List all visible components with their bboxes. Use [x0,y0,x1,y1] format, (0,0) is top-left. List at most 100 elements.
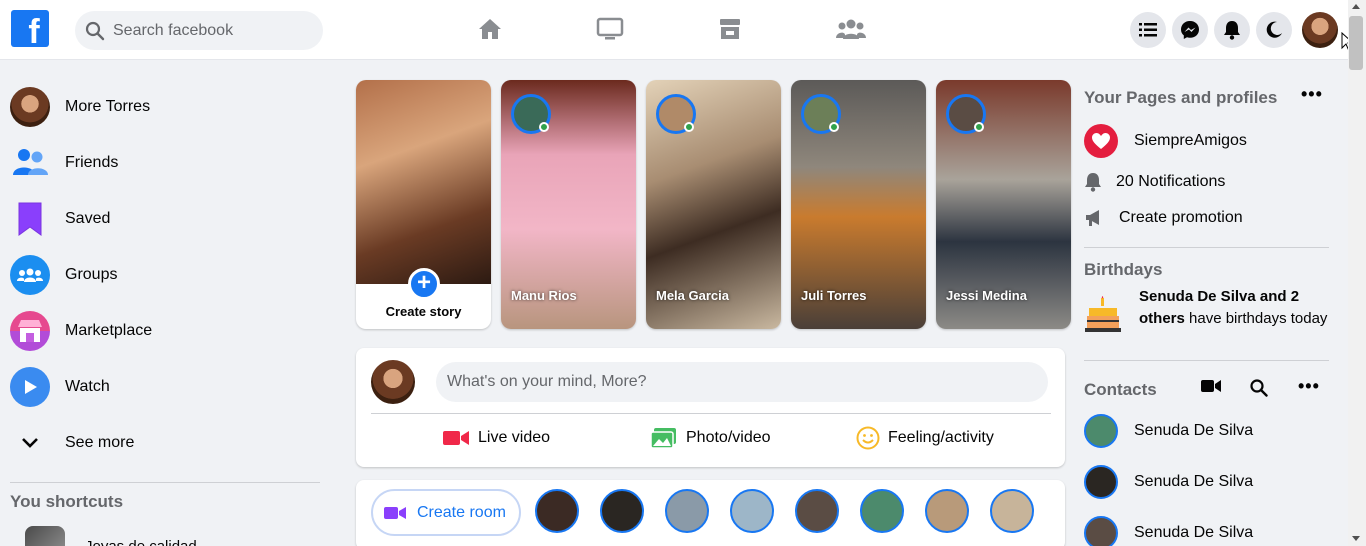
notifications-bell-icon[interactable] [1214,12,1250,48]
scroll-down-arrow-icon[interactable] [1352,536,1360,541]
shortcut-item[interactable]: Joyas de calidad [25,526,197,546]
megaphone-icon [1086,210,1099,226]
room-contact-avatar[interactable] [600,489,644,533]
sidebar-item-label: More Torres [65,98,151,115]
marketplace-icon [10,311,50,351]
more-options-icon[interactable]: ••• [1301,84,1323,105]
contact-item[interactable]: Senuda De Silva [1084,465,1253,499]
sidebar-item-label: See more [65,434,135,451]
sidebar-item-watch[interactable]: Watch [8,363,328,411]
live-video-label: Live video [478,429,551,446]
pages-profiles-heading: Your Pages and profiles [1084,88,1278,107]
contact-name: Senuda De Silva [1134,422,1254,439]
page-siempreamigos[interactable]: SiempreAmigos [1084,124,1247,158]
search-input[interactable] [113,21,303,40]
room-contact-avatar[interactable] [535,489,579,533]
story-author: Mela Garcia [656,288,729,303]
birthdays-heading: Birthdays [1084,260,1163,279]
search-contacts-icon[interactable] [1250,379,1268,402]
room-contact-avatar[interactable] [860,489,904,533]
feeling-activity-label: Feeling/activity [888,429,994,446]
story-card[interactable]: Manu Rios [501,80,636,329]
birthday-rest: have birthdays today [1184,310,1328,327]
story-author: Jessi Medina [946,288,1027,303]
rooms-bar: Create room [356,480,1065,546]
watch-play-icon [10,367,50,407]
sidebar-item-profile[interactable]: More Torres [8,83,328,131]
photo-video-label: Photo/video [686,429,771,446]
search-box[interactable] [75,11,323,50]
facebook-logo[interactable]: f [11,10,49,47]
feeling-activity-button[interactable]: Feeling/activity [856,424,994,452]
sidebar-item-label: Saved [65,210,111,227]
search-icon [85,21,105,40]
shortcut-thumbnail [25,526,65,546]
room-contact-avatar[interactable] [925,489,969,533]
story-card[interactable]: Jessi Medina [936,80,1071,329]
sidebar-item-friends[interactable]: Friends [8,139,328,187]
sidebar-item-saved[interactable]: Saved [8,195,328,243]
sidebar-item-label: Marketplace [65,322,153,339]
room-contact-avatar[interactable] [795,489,839,533]
story-author: Juli Torres [801,288,867,303]
marketplace-store-icon[interactable] [715,14,745,44]
birthday-text[interactable]: Senuda De Silva and 2 others have birthd… [1139,286,1339,330]
shortcuts-heading: You shortcuts [10,492,124,511]
scrollbar-thumb[interactable] [1349,16,1363,70]
sidebar-item-marketplace[interactable]: Marketplace [8,307,328,355]
live-video-icon [443,431,469,445]
room-contact-avatar[interactable] [665,489,709,533]
notifications-count: 20 Notifications [1116,173,1226,190]
live-video-button[interactable]: Live video [442,424,550,452]
contact-item[interactable]: Senuda De Silva [1084,516,1253,546]
contact-name: Senuda De Silva [1134,473,1254,490]
menu-list-icon[interactable] [1130,12,1166,48]
saved-bookmark-icon [10,199,50,239]
contact-item[interactable]: Senuda De Silva [1084,414,1253,448]
story-card[interactable]: Mela Garcia [646,80,781,329]
sidebar-item-label: Watch [65,378,110,395]
room-contact-avatar[interactable] [730,489,774,533]
home-icon[interactable] [475,14,505,44]
online-status-dot [829,122,839,132]
account-avatar[interactable] [1302,12,1338,48]
contact-avatar [1084,516,1118,546]
top-navbar: f [0,0,1366,60]
new-room-video-icon[interactable] [1200,378,1222,399]
page-scrollbar[interactable] [1348,0,1366,546]
post-composer: Live video Photo/video Feeling/activity [356,348,1065,467]
sidebar-divider [10,482,320,483]
contact-name: Senuda De Silva [1134,524,1254,541]
photo-icon [650,428,676,449]
create-promotion-link[interactable]: Create promotion [1084,208,1243,228]
contact-avatar [1084,465,1118,499]
smiley-icon [856,426,880,450]
sidebar-item-see-more[interactable]: See more [8,419,328,467]
watch-tv-icon[interactable] [595,14,625,44]
story-author: Manu Rios [511,288,577,303]
right-divider [1084,360,1329,361]
photo-video-button[interactable]: Photo/video [650,424,771,452]
groups-icon [10,255,50,295]
create-story-card[interactable]: + Create story [356,80,491,329]
story-card[interactable]: Juli Torres [791,80,926,329]
composer-divider [371,413,1051,414]
whats-on-your-mind-input[interactable] [436,362,1048,402]
shortcut-label: Joyas de calidad [85,537,197,546]
groups-icon[interactable] [836,14,866,44]
contacts-more-options-icon[interactable]: ••• [1298,376,1320,397]
room-contact-avatar[interactable] [990,489,1034,533]
scroll-up-arrow-icon[interactable] [1352,4,1360,9]
create-room-label: Create room [417,503,506,521]
messenger-icon[interactable] [1172,12,1208,48]
page-name: SiempreAmigos [1134,132,1247,149]
video-camera-icon [384,506,406,519]
page-notifications[interactable]: 20 Notifications [1084,172,1225,192]
sidebar-item-groups[interactable]: Groups [8,251,328,299]
birthday-cake-icon [1084,296,1122,343]
avatar[interactable] [371,360,415,404]
dark-mode-moon-icon[interactable] [1256,12,1292,48]
create-room-button[interactable]: Create room [371,489,521,536]
create-story-photo [356,80,491,284]
heart-page-icon [1084,124,1118,158]
